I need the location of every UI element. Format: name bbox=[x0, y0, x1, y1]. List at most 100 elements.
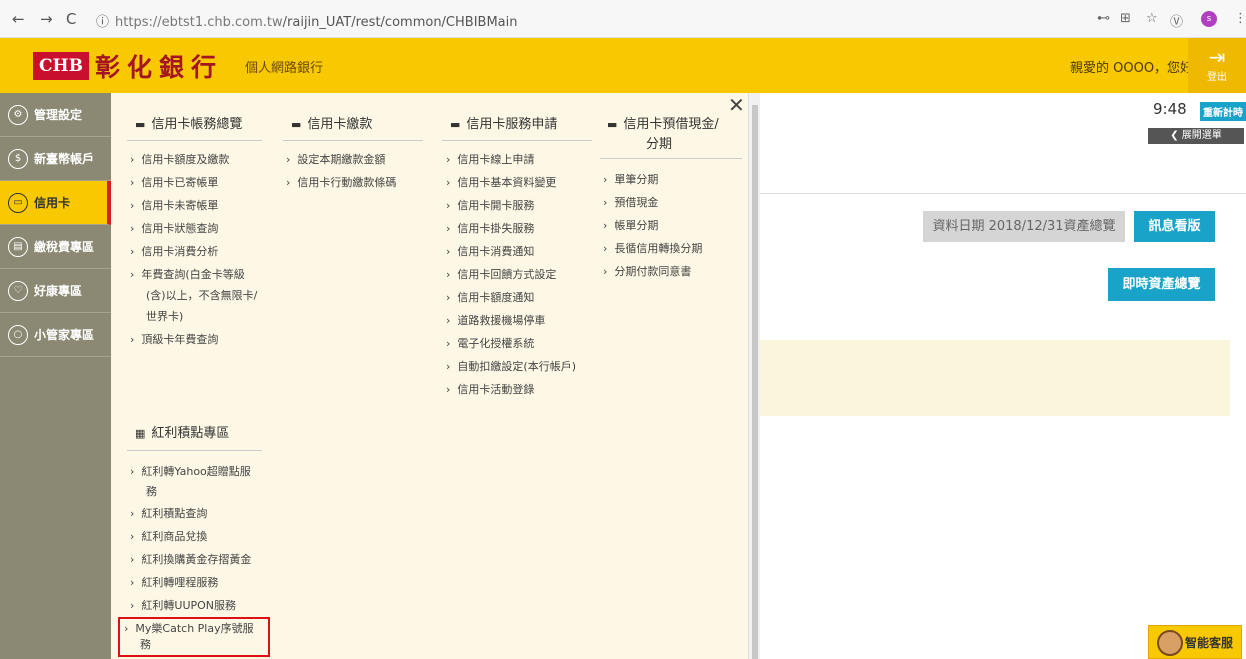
chatbot-button[interactable]: 智能客服 bbox=[1148, 625, 1242, 659]
logout-button[interactable]: ⇥ 登出 bbox=[1188, 38, 1246, 93]
menu-item-label: 分期付款同意書 bbox=[614, 265, 692, 278]
asset-overview-date-button[interactable]: 資料日期 2018/12/31資產總覽 bbox=[923, 211, 1125, 242]
chevron-left-icon: ❮ bbox=[1170, 130, 1182, 141]
bank-name: 彰化銀行 bbox=[94, 53, 223, 82]
menu-item[interactable]: › 紅利轉Yahoo超贈點服 bbox=[130, 464, 251, 480]
menu-item-label: 紅利積點查詢 bbox=[141, 507, 208, 520]
extension-icon[interactable]: Ⓥ bbox=[1170, 11, 1183, 30]
translate-icon[interactable]: ⊞ bbox=[1120, 11, 1131, 26]
heading-label: 信用卡預借現金/ bbox=[623, 117, 719, 132]
user-greeting: 親愛的 OOOO，您好 bbox=[1070, 61, 1194, 76]
menu-item-label: 信用卡未寄帳單 bbox=[141, 199, 219, 212]
more-icon[interactable]: ⋮ bbox=[1234, 11, 1246, 26]
menu-item-label: 信用卡回饋方式設定 bbox=[457, 268, 557, 281]
heading-label: 信用卡繳款 bbox=[307, 117, 373, 132]
menu-item[interactable]: › 信用卡掛失服務 bbox=[446, 221, 534, 237]
sidebar-item-label: 小管家專區 bbox=[34, 328, 95, 342]
menu-item[interactable]: › 信用卡回饋方式設定 bbox=[446, 267, 556, 283]
sidebar-item-bills[interactable]: ▤ 繳稅費專區 bbox=[0, 225, 111, 269]
menu-item[interactable]: › 信用卡消費分析 bbox=[130, 244, 218, 260]
logout-label: 登出 bbox=[1207, 72, 1227, 83]
menu-item[interactable]: › 道路救援機場停車 bbox=[446, 313, 545, 329]
sidebar-item-helper[interactable]: ○ 小管家專區 bbox=[0, 313, 111, 357]
menu-item[interactable]: › 信用卡未寄帳單 bbox=[130, 198, 218, 214]
menu-item[interactable]: › 信用卡額度通知 bbox=[446, 290, 534, 306]
back-icon[interactable]: ← bbox=[12, 10, 25, 28]
info-icon[interactable]: ⓘ bbox=[96, 15, 109, 30]
menu-item[interactable]: › 單筆分期 bbox=[603, 172, 658, 188]
sidebar-item-label: 好康專區 bbox=[34, 284, 83, 298]
menu-item[interactable]: › 信用卡線上申請 bbox=[446, 152, 534, 168]
menu-item-label: 信用卡行動繳款條碼 bbox=[297, 176, 397, 189]
url-host: https://ebtst1.chb.com.tw bbox=[115, 15, 283, 30]
menu-item-label: 帳單分期 bbox=[614, 219, 659, 232]
menu-item-catchplay-highlighted[interactable]: › My樂Catch Play序號服 務 bbox=[118, 617, 270, 657]
menu-item-label: 信用卡消費分析 bbox=[141, 245, 219, 258]
reload-icon[interactable]: C bbox=[66, 10, 76, 28]
menu-item[interactable]: › 紅利換購黃金存摺黃金 bbox=[130, 552, 251, 568]
heading-label: 信用卡服務申請 bbox=[466, 117, 558, 132]
menu-item[interactable]: › 信用卡基本資料變更 bbox=[446, 175, 556, 191]
menu-item-label: 紅利轉哩程服務 bbox=[141, 576, 219, 589]
menu-heading: ▬ 信用卡服務申請 bbox=[450, 116, 557, 134]
menu-item-label: 信用卡線上申請 bbox=[457, 153, 535, 166]
url-path: /raijin_UAT/rest/common/CHBIBMain bbox=[282, 15, 518, 30]
menu-item[interactable]: › 信用卡額度及繳款 bbox=[130, 152, 229, 168]
sidebar-item-ntd-account[interactable]: $ 新臺幣帳戶 bbox=[0, 137, 111, 181]
scrollbar-thumb[interactable] bbox=[752, 105, 758, 659]
logout-icon: ⇥ bbox=[1208, 45, 1226, 69]
message-board-button[interactable]: 訊息看版 bbox=[1134, 211, 1215, 242]
menu-item-label[interactable]: (含)以上，不含無限卡/ bbox=[146, 288, 257, 304]
menu-scrollbar[interactable] bbox=[748, 93, 760, 659]
expand-menu-button[interactable]: ❮ 展開選單 bbox=[1148, 128, 1244, 144]
reset-timer-button[interactable]: 重新計時 bbox=[1200, 102, 1246, 121]
menu-item[interactable]: › 分期付款同意書 bbox=[603, 264, 691, 280]
info-banner bbox=[760, 340, 1230, 416]
menu-item[interactable]: › 長循信用轉換分期 bbox=[603, 241, 702, 257]
menu-item[interactable]: › 信用卡開卡服務 bbox=[446, 198, 534, 214]
sidebar-item-offers[interactable]: ♡ 好康專區 bbox=[0, 269, 111, 313]
menu-item[interactable]: › 信用卡消費通知 bbox=[446, 244, 534, 260]
bank-logo[interactable]: CHB 彰化銀行 個人網路銀行 bbox=[33, 52, 323, 82]
menu-item[interactable]: › 紅利積點查詢 bbox=[130, 506, 207, 522]
menu-item[interactable]: › 設定本期繳款金額 bbox=[286, 152, 385, 168]
menu-item[interactable]: › 預借現金 bbox=[603, 195, 658, 211]
menu-item[interactable]: › 紅利轉哩程服務 bbox=[130, 575, 218, 591]
key-icon[interactable]: ⊷ bbox=[1097, 11, 1110, 26]
bill-icon: ▤ bbox=[8, 236, 28, 257]
session-timer: 9:48 bbox=[1153, 100, 1187, 118]
menu-item-label: 信用卡開卡服務 bbox=[457, 199, 535, 212]
menu-item-label: 預借現金 bbox=[614, 196, 659, 209]
menu-item-label: 信用卡狀態查詢 bbox=[141, 222, 219, 235]
realtime-assets-button[interactable]: 即時資產總覽 bbox=[1108, 268, 1215, 301]
address-bar[interactable]: ⓘ https://ebtst1.chb.com.tw/raijin_UAT/re… bbox=[96, 11, 518, 30]
menu-item-label: 信用卡消費通知 bbox=[457, 245, 535, 258]
menu-item-label: 頂級卡年費查詢 bbox=[141, 333, 219, 346]
menu-item[interactable]: › 信用卡已寄帳單 bbox=[130, 175, 218, 191]
menu-item[interactable]: › 信用卡活動登錄 bbox=[446, 382, 534, 398]
menu-item[interactable]: › 信用卡狀態查詢 bbox=[130, 221, 218, 237]
star-icon[interactable]: ☆ bbox=[1146, 11, 1158, 26]
menu-item-label[interactable]: 務 bbox=[146, 484, 157, 500]
menu-item-label: My樂Catch Play序號服 bbox=[135, 622, 254, 635]
close-icon[interactable]: ✕ bbox=[728, 95, 745, 115]
menu-item[interactable]: › 電子化授權系統 bbox=[446, 336, 534, 352]
sidebar-item-settings[interactable]: ⚙ 管理設定 bbox=[0, 93, 111, 137]
menu-item[interactable]: › 自動扣繳設定(本行帳戶) bbox=[446, 359, 576, 375]
menu-item[interactable]: › 信用卡行動繳款條碼 bbox=[286, 175, 396, 191]
menu-item[interactable]: › 帳單分期 bbox=[603, 218, 658, 234]
heading-label: 分期 bbox=[646, 137, 673, 152]
profile-avatar[interactable]: s bbox=[1201, 11, 1217, 27]
forward-icon[interactable]: → bbox=[40, 10, 53, 28]
divider bbox=[442, 140, 592, 141]
menu-item[interactable]: › 紅利商品兌換 bbox=[130, 529, 207, 545]
menu-item[interactable]: › 年費查詢(白金卡等級 bbox=[130, 267, 245, 283]
menu-item[interactable]: › 頂級卡年費查詢 bbox=[130, 332, 218, 348]
menu-item-label[interactable]: 世界卡) bbox=[146, 309, 183, 325]
menu-item[interactable]: › 紅利轉UUPON服務 bbox=[130, 598, 236, 614]
divider bbox=[127, 140, 262, 141]
card-service-icon: ▬ bbox=[450, 118, 461, 131]
sidebar-item-credit-card[interactable]: ▭ 信用卡 bbox=[0, 181, 111, 225]
menu-item-label: 信用卡已寄帳單 bbox=[141, 176, 219, 189]
site-header: CHB 彰化銀行 個人網路銀行 親愛的 OOOO，您好 ⇥ 登出 bbox=[0, 38, 1246, 93]
